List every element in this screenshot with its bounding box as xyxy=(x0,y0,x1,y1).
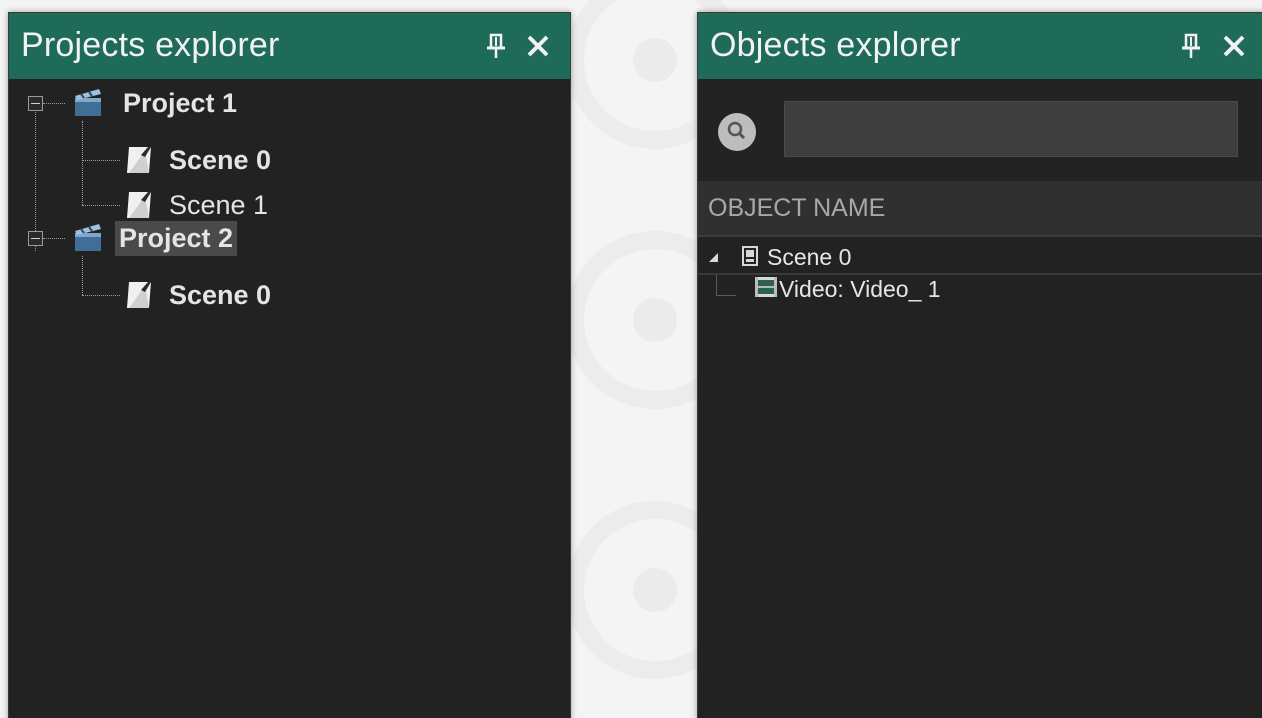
tree-connector xyxy=(35,109,36,251)
close-icon xyxy=(1223,35,1245,57)
search-bar xyxy=(698,79,1262,181)
scene-icon xyxy=(127,147,151,173)
object-name-column-header[interactable]: OBJECT NAME xyxy=(698,181,1262,237)
scene-icon xyxy=(127,192,151,218)
tree-label: Project 1 xyxy=(123,87,238,118)
tree-connector xyxy=(43,238,65,239)
tree-item-scene[interactable]: Scene 0 xyxy=(123,275,275,315)
objects-explorer-title: Objects explorer xyxy=(710,26,961,64)
project-tree: Project 1 Scene 0 Scene 1 Project 2 Scen… xyxy=(9,79,570,718)
column-header-label: OBJECT NAME xyxy=(708,193,886,222)
tree-label: Scene 0 xyxy=(169,144,272,175)
projects-explorer-titlebar: Projects explorer xyxy=(9,13,570,79)
tree-connector xyxy=(43,103,65,104)
tree-label: Scene 0 xyxy=(169,279,272,310)
projects-explorer-panel: Projects explorer Project 1 Scene 0 Scen… xyxy=(8,12,571,718)
clapperboard-icon xyxy=(75,224,101,251)
objects-explorer-titlebar: Objects explorer xyxy=(698,13,1262,79)
pin-icon xyxy=(1182,33,1200,58)
close-button[interactable] xyxy=(1219,29,1249,63)
tree-connector xyxy=(82,205,120,206)
objects-explorer-panel: Objects explorer OBJECT NAME Scene 0 Vid… xyxy=(697,12,1262,718)
tree-item-project-1[interactable]: Project 1 xyxy=(71,83,241,123)
clapperboard-icon xyxy=(75,89,101,116)
search-button[interactable] xyxy=(718,113,756,151)
tree-label: Project 2 xyxy=(115,220,238,256)
device-icon xyxy=(742,246,758,266)
projects-explorer-title: Projects explorer xyxy=(21,26,280,64)
tree-connector xyxy=(82,121,83,205)
tree-connector xyxy=(82,160,120,161)
tree-item-scene[interactable]: Scene 0 xyxy=(123,140,275,180)
pin-button[interactable] xyxy=(481,29,511,63)
scene-icon xyxy=(127,282,151,308)
close-button[interactable] xyxy=(523,29,553,63)
pin-icon xyxy=(487,33,505,58)
tree-label: Video: Video_ 1 xyxy=(779,276,941,302)
search-icon xyxy=(727,121,746,140)
tree-connector xyxy=(82,256,83,295)
tree-connector xyxy=(82,295,120,296)
collapse-project-1-toggle[interactable] xyxy=(28,96,43,111)
tree-item-project-2[interactable]: Project 2 xyxy=(71,218,238,258)
pin-button[interactable] xyxy=(1176,29,1206,63)
search-input[interactable] xyxy=(784,101,1238,157)
close-icon xyxy=(527,35,549,57)
tree-item-video[interactable]: Video: Video_ 1 xyxy=(698,269,1262,305)
video-icon xyxy=(755,277,777,297)
collapse-triangle-icon[interactable] xyxy=(709,253,718,262)
collapse-project-2-toggle[interactable] xyxy=(28,231,43,246)
tree-label: Scene 0 xyxy=(767,244,852,270)
